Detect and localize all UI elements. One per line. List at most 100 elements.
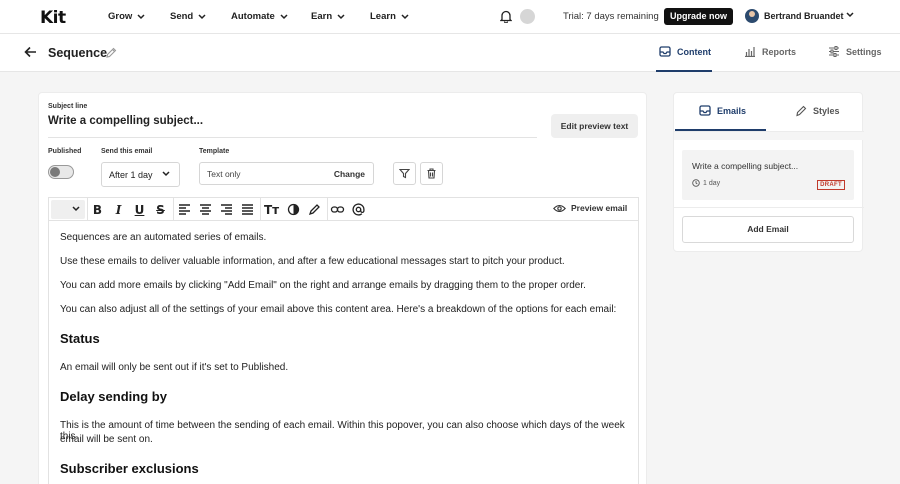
align-justify-icon[interactable]: [240, 202, 255, 217]
template-change-button[interactable]: Change: [334, 169, 365, 179]
panel-divider: [674, 207, 864, 208]
color-fill-icon[interactable]: [286, 202, 301, 217]
toolbar-divider: [327, 198, 328, 221]
send-label: Send this email: [101, 148, 153, 155]
filter-button[interactable]: [393, 162, 416, 185]
sliders-icon: [829, 46, 839, 57]
nav-automate[interactable]: Automate: [231, 11, 288, 22]
nav-send[interactable]: Send: [170, 11, 206, 22]
body-paragraph: You can also adjust all of the settings …: [60, 304, 617, 315]
link-icon[interactable]: [330, 202, 345, 217]
text-style-dropdown[interactable]: [51, 200, 85, 219]
body-paragraph: An email will only be sent out if it's s…: [60, 362, 289, 373]
tab-settings-label: Settings: [846, 46, 882, 57]
brush-icon: [796, 105, 807, 117]
nav-send-label: Send: [170, 11, 194, 22]
published-toggle[interactable]: [48, 165, 74, 179]
chevron-down-icon: [162, 171, 170, 177]
strikethrough-icon[interactable]: S: [153, 202, 168, 217]
tab-settings[interactable]: Settings: [828, 46, 882, 57]
nav-learn[interactable]: Learn: [370, 11, 409, 22]
back-arrow-icon[interactable]: [24, 46, 37, 58]
email-item-delay-value: 1 day: [703, 179, 721, 187]
align-right-icon[interactable]: [219, 202, 234, 217]
panel-gap: [674, 132, 864, 140]
avatar[interactable]: [745, 9, 759, 23]
sequence-side-panel: Emails Styles Write a compelling subject…: [673, 92, 864, 252]
highlight-icon[interactable]: [307, 202, 322, 217]
clock-icon: [692, 179, 700, 187]
preview-email-button[interactable]: Preview email: [553, 203, 627, 213]
sequence-header: Sequence Content Reports Settings: [0, 34, 900, 72]
chevron-down-icon: [198, 13, 206, 19]
align-left-icon[interactable]: [177, 202, 192, 217]
nav-grow[interactable]: Grow: [108, 11, 145, 22]
tab-emails-label: Emails: [717, 105, 747, 116]
active-tab-indicator: [656, 70, 712, 72]
toolbar-divider: [87, 198, 88, 221]
text-size-icon[interactable]: Tт: [264, 202, 279, 217]
user-name[interactable]: Bertrand Bruandet: [764, 11, 844, 21]
trial-text: Trial: 7 days remaining: [563, 11, 659, 22]
editor-toolbar: B I U S Tт Preview email: [48, 197, 639, 221]
body-heading: Subscriber exclusions: [60, 461, 199, 476]
nav-learn-label: Learn: [370, 11, 396, 22]
published-label: Published: [48, 148, 82, 155]
body-paragraph: You can add more emails by clicking "Add…: [60, 280, 586, 291]
add-email-button[interactable]: Add Email: [682, 216, 854, 243]
subject-input[interactable]: Write a compelling subject...: [48, 115, 203, 127]
upgrade-button[interactable]: Upgrade now: [664, 8, 733, 25]
chevron-down-icon[interactable]: [846, 12, 854, 18]
send-delay-select[interactable]: After 1 day: [101, 162, 180, 187]
status-badge: DRAFT: [817, 180, 845, 190]
subject-underline: [48, 137, 537, 138]
chevron-down-icon: [137, 13, 145, 19]
nav-automate-label: Automate: [231, 11, 275, 22]
subject-label: Subject line: [48, 103, 88, 110]
nav-earn-label: Earn: [311, 11, 333, 22]
body-paragraph: Sequences are an automated series of ema…: [60, 232, 267, 243]
chevron-down-icon: [337, 13, 345, 19]
underline-icon[interactable]: U: [132, 202, 147, 217]
tab-styles[interactable]: Styles: [795, 105, 840, 117]
template-value: Text only: [207, 169, 241, 179]
tab-reports[interactable]: Reports: [744, 46, 796, 57]
email-list-item[interactable]: Write a compelling subject... 1 day DRAF…: [682, 150, 854, 200]
tab-reports-label: Reports: [762, 46, 797, 57]
eye-icon: [553, 204, 566, 212]
bar-chart-icon: [745, 47, 755, 57]
trash-icon: [427, 168, 436, 179]
active-tab-indicator: [675, 129, 766, 131]
tab-emails[interactable]: Emails: [699, 105, 746, 116]
delete-button[interactable]: [420, 162, 443, 185]
page-title: Sequence: [48, 46, 108, 60]
kit-logo[interactable]: Kit: [40, 8, 66, 28]
filter-icon: [399, 168, 410, 179]
send-delay-value: After 1 day: [109, 170, 153, 180]
template-field: Text only Change: [199, 162, 374, 185]
envelope-icon: [659, 46, 671, 57]
tab-content[interactable]: Content: [659, 46, 711, 57]
tab-content-label: Content: [677, 46, 711, 57]
bold-icon[interactable]: B: [90, 202, 105, 217]
toolbar-divider: [173, 198, 174, 221]
tab-styles-label: Styles: [813, 106, 840, 116]
body-paragraph: email will be sent on.: [60, 434, 153, 445]
pencil-icon[interactable]: [105, 47, 117, 59]
top-nav: Kit Grow Send Automate Earn Learn Trial:…: [0, 0, 900, 34]
edit-preview-text-button[interactable]: Edit preview text: [551, 114, 638, 138]
body-heading: Delay sending by: [60, 389, 167, 404]
mention-icon[interactable]: [351, 202, 366, 217]
align-center-icon[interactable]: [198, 202, 213, 217]
nav-earn[interactable]: Earn: [311, 11, 345, 22]
italic-icon[interactable]: I: [111, 202, 126, 217]
email-item-subject: Write a compelling subject...: [692, 161, 799, 171]
status-circle-icon: [520, 9, 535, 24]
chevron-down-icon: [280, 13, 288, 19]
email-body-editor[interactable]: Sequences are an automated series of ema…: [48, 220, 639, 484]
email-editor-card: Subject line Write a compelling subject.…: [38, 92, 647, 484]
preview-email-label: Preview email: [571, 203, 628, 213]
bell-icon[interactable]: [500, 10, 512, 23]
template-label: Template: [199, 148, 230, 155]
chevron-down-icon: [401, 13, 409, 19]
